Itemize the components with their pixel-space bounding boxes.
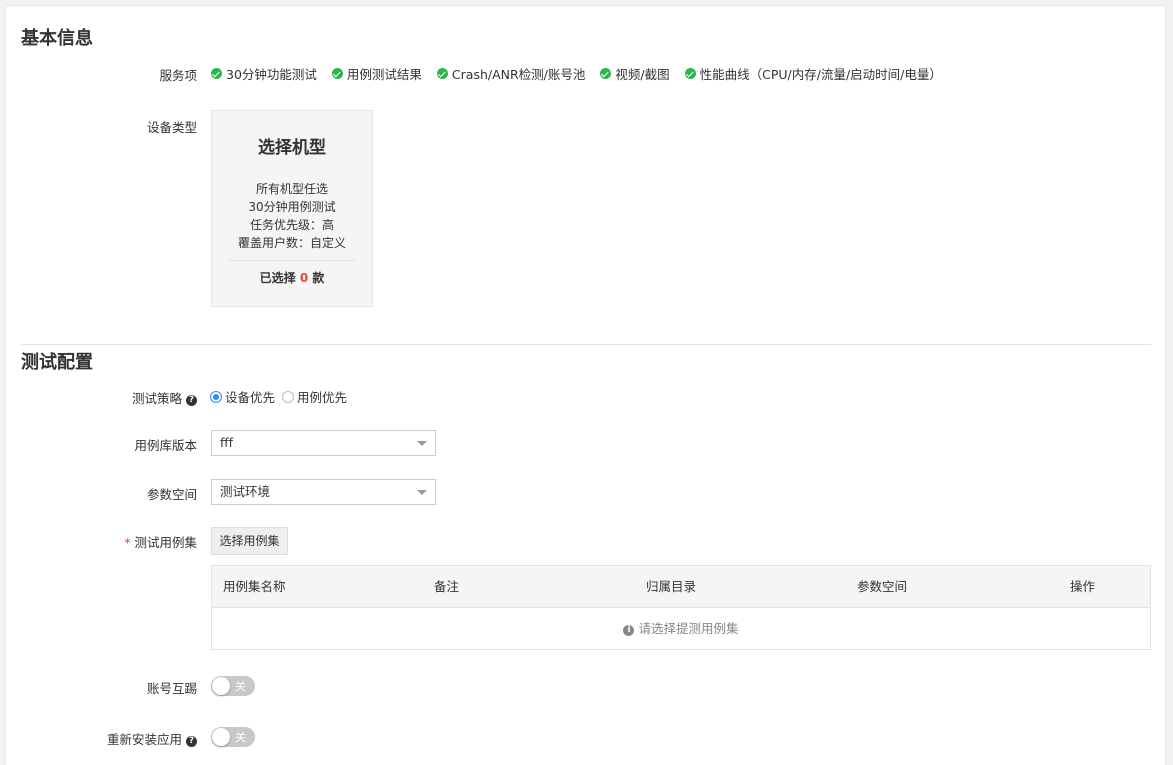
reinstall-toggle[interactable]: 关 [211,727,255,747]
param-space-select[interactable]: 测试环境 [211,479,436,505]
section-divider [21,344,1151,345]
column-header: 操作 [1070,579,1096,594]
column-header: 用例集名称 [223,579,286,594]
service-item: Crash/ANR检测/账号池 [436,64,585,83]
info-circle-icon: i [623,625,635,636]
strategy-label: 测试策略? [21,388,197,407]
account-kick-label: 账号互踢 [146,681,197,696]
caret-down-icon [417,490,427,495]
section-title-basic: 基本信息 [21,28,93,49]
service-item: 用例测试结果 [331,64,422,83]
service-item: 性能曲线（CPU/内存/流量/启动时间/电量） [684,64,942,83]
check-circle-icon [600,68,612,79]
column-header: 归属目录 [646,579,697,594]
check-circle-icon [331,68,343,79]
service-list: 30分钟功能测试 用例测试结果 Crash/ANR检测/账号池 视频/截图 性能… [211,64,942,83]
service-item: 30分钟功能测试 [211,64,317,83]
section-title-config: 测试配置 [21,352,93,373]
question-circle-icon[interactable]: ? [186,395,197,406]
radio-case-first[interactable]: 用例优先 [282,387,347,406]
toggle-knob [212,728,230,746]
check-circle-icon [684,68,696,79]
case-set-label: * 测试用例集 [124,535,197,550]
radio-unchecked-icon[interactable] [282,390,295,403]
divider [228,260,356,261]
column-header: 参数空间 [857,579,908,594]
param-space-label: 参数空间 [146,487,197,502]
table-header: 用例集名称 备注 归属目录 参数空间 操作 [212,566,1150,608]
check-circle-icon [436,68,448,79]
service-item: 视频/截图 [600,64,670,83]
device-card-desc: 所有机型任选 30分钟用例测试 任务优先级：高 覆盖用户数：自定义 [237,182,346,250]
reinstall-label: 重新安装应用? [21,729,197,748]
caret-down-icon [417,441,427,446]
lib-version-label: 用例库版本 [134,438,197,453]
lib-version-select[interactable]: fff [211,430,436,456]
question-circle-icon[interactable]: ? [186,736,197,747]
strategy-radio-group: 设备优先 用例优先 [210,387,354,406]
table-empty-row: i 请选择提测用例集 [212,608,1150,649]
check-circle-icon [211,68,222,79]
device-card-title: 选择机型 [258,138,326,158]
select-case-set-button[interactable]: 选择用例集 [211,527,288,555]
device-type-label: 设备类型 [146,120,197,135]
column-header: 备注 [434,579,460,594]
service-label: 服务项 [159,68,197,83]
radio-device-first[interactable]: 设备优先 [210,387,275,406]
radio-checked-icon[interactable] [210,390,222,403]
main-panel: 基本信息 服务项 30分钟功能测试 用例测试结果 Crash/ANR检测/账号池… [5,5,1166,765]
account-kick-toggle[interactable]: 关 [211,676,255,696]
case-set-table: 用例集名称 备注 归属目录 参数空间 操作 i 请选择提测用例集 [211,565,1151,650]
device-select-card[interactable]: 选择机型 所有机型任选 30分钟用例测试 任务优先级：高 覆盖用户数：自定义 已… [211,110,373,307]
selected-count: 已选择 0 款 [259,271,325,285]
toggle-knob [212,677,230,695]
